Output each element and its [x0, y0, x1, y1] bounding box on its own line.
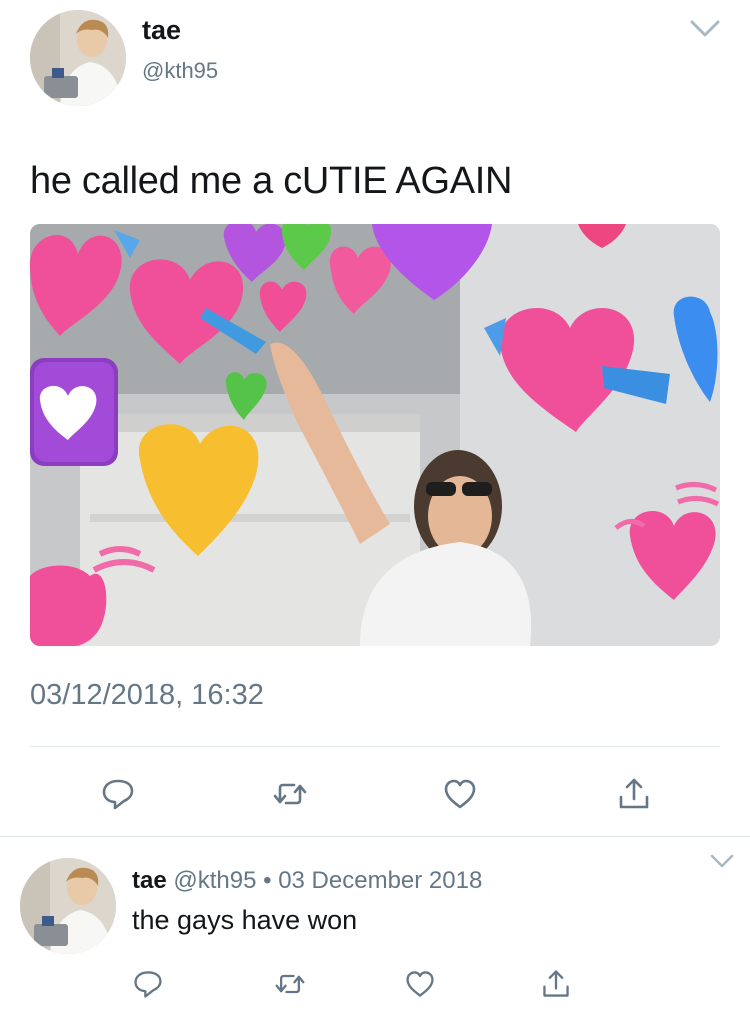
divider [30, 746, 720, 747]
chevron-down-icon[interactable] [688, 14, 722, 42]
reply-avatar[interactable] [20, 858, 116, 954]
reply-text: the gays have won [132, 905, 358, 935]
author-name[interactable]: tae [142, 15, 181, 46]
avatar[interactable] [30, 10, 126, 106]
reply-separator: • [263, 867, 272, 894]
reply-header: tae @kth95 • 03 December 2018 [132, 867, 482, 895]
share-icon [543, 970, 569, 997]
avatar-photo [30, 10, 126, 106]
chevron-down-icon[interactable] [708, 850, 736, 872]
reply-author-handle[interactable]: @kth95 [173, 867, 256, 894]
reply-icon [134, 971, 162, 998]
like-button[interactable] [438, 772, 482, 816]
reply-icon [102, 779, 134, 810]
reply-button[interactable] [96, 772, 140, 816]
retweet-button[interactable] [270, 964, 310, 1004]
reply-button[interactable] [128, 964, 168, 1004]
retweet-icon [275, 974, 305, 994]
reply-date: 03 December 2018 [278, 867, 483, 894]
retweet-button[interactable] [268, 772, 312, 816]
author-handle[interactable]: @kth95 [142, 58, 218, 84]
avatar-photo [20, 858, 116, 954]
like-icon [444, 779, 476, 809]
photo-girl-with-heart-emojis [30, 224, 720, 646]
share-button[interactable] [612, 772, 656, 816]
divider [0, 836, 750, 837]
retweet-icon [273, 783, 307, 805]
share-icon [619, 778, 649, 809]
tweet-text: he called me a cUTIE AGAIN [30, 160, 513, 202]
tweet-media[interactable] [30, 224, 720, 646]
share-button[interactable] [536, 964, 576, 1004]
like-icon [406, 971, 434, 997]
reply-author-name[interactable]: tae [132, 867, 167, 894]
like-button[interactable] [400, 964, 440, 1004]
tweet-timestamp: 03/12/2018, 16:32 [30, 679, 264, 711]
